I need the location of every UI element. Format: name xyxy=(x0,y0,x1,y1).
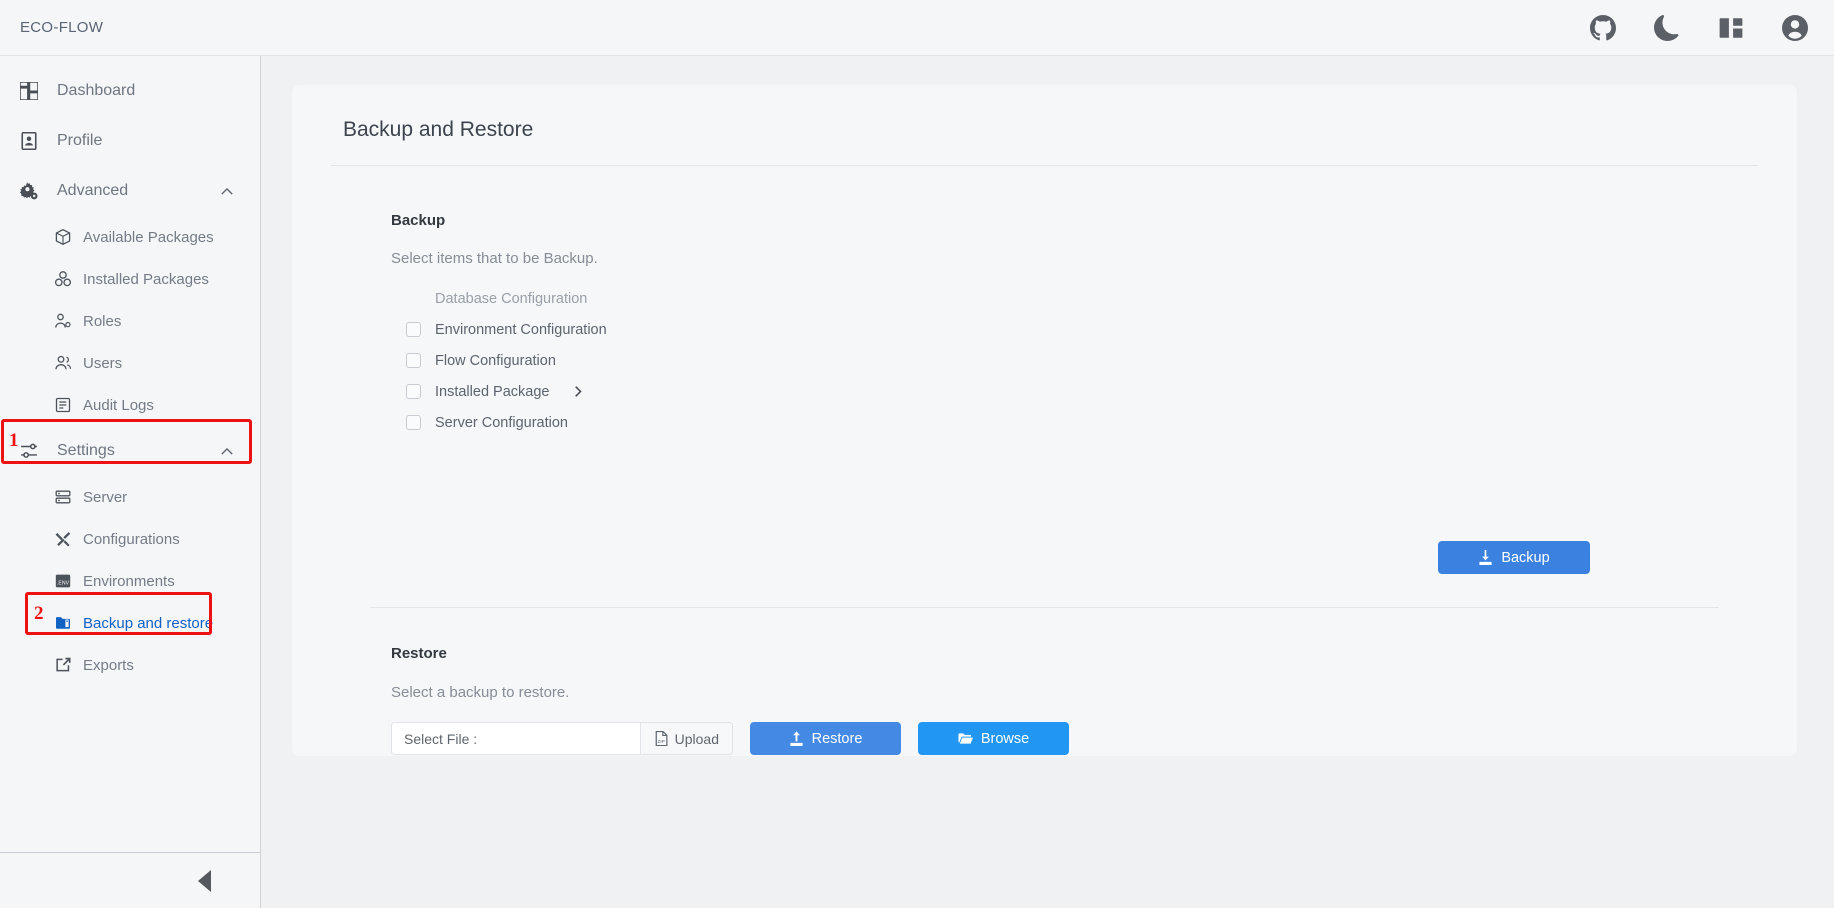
users-icon xyxy=(53,354,72,373)
package-available-icon xyxy=(53,228,72,247)
sidebar-item-configurations[interactable]: Configurations xyxy=(0,518,260,560)
sidebar-item-audit-logs[interactable]: Audit Logs xyxy=(0,384,260,426)
configurations-tools-icon xyxy=(53,530,72,549)
sidebar-subitem-label: Server xyxy=(83,488,128,506)
sidebar-item-settings[interactable]: Settings xyxy=(0,426,260,476)
sidebar-item-profile[interactable]: Profile xyxy=(0,116,260,166)
svg-text:ZIP: ZIP xyxy=(657,739,664,744)
sidebar-collapse-row xyxy=(0,852,260,908)
checkbox-flow-configuration[interactable] xyxy=(406,353,421,368)
page-title: Backup and Restore xyxy=(343,118,534,141)
restore-button-label: Restore xyxy=(811,730,863,747)
app-brand: ECO-FLOW xyxy=(20,19,104,36)
restore-controls: ZIP Upload Restore Browse xyxy=(391,722,1797,755)
sidebar-item-label: Profile xyxy=(57,132,103,149)
top-bar: ECO-FLOW xyxy=(0,0,1834,56)
sidebar-item-dashboard[interactable]: Dashboard xyxy=(0,66,260,116)
restore-button[interactable]: Restore xyxy=(750,722,901,755)
backup-item-row: Server Configuration xyxy=(391,407,1797,438)
sidebar-item-users[interactable]: Users xyxy=(0,342,260,384)
sidebar-item-label: Settings xyxy=(57,442,115,459)
backup-item-label: Server Configuration xyxy=(435,414,568,431)
advanced-gear-icon xyxy=(18,180,40,202)
sidebar-item-roles[interactable]: Roles xyxy=(0,300,260,342)
sidebar-item-installed-packages[interactable]: Installed Packages xyxy=(0,258,260,300)
sidebar-subitem-label: Environments xyxy=(83,572,175,590)
checkbox-environment-configuration[interactable] xyxy=(406,322,421,337)
sidebar-nav: Dashboard Profile Advanced Available Pac… xyxy=(0,56,260,852)
profile-icon xyxy=(18,130,40,152)
restore-section: Restore Select a backup to restore. ZIP … xyxy=(292,645,1797,755)
upload-button[interactable]: ZIP Upload xyxy=(639,723,732,754)
backup-restore-card: Backup and Restore Backup Select items t… xyxy=(292,85,1797,756)
package-installed-icon xyxy=(53,270,72,289)
exports-icon xyxy=(53,656,72,675)
folder-open-icon xyxy=(958,731,973,746)
server-icon xyxy=(53,488,72,507)
chevron-up-icon[interactable] xyxy=(220,184,234,198)
upload-arrow-icon xyxy=(789,731,804,746)
sidebar-item-advanced[interactable]: Advanced xyxy=(0,166,260,216)
sidebar: Dashboard Profile Advanced Available Pac… xyxy=(0,56,261,908)
topbar-actions xyxy=(1590,14,1808,41)
file-select-group: ZIP Upload xyxy=(391,722,733,755)
github-icon[interactable] xyxy=(1590,14,1616,41)
browse-button-label: Browse xyxy=(980,730,1030,747)
backup-restore-folder-icon xyxy=(53,614,72,633)
backup-button-label: Backup xyxy=(1501,549,1550,566)
svg-text:.ENV: .ENV xyxy=(56,580,69,586)
backup-item-label: Environment Configuration xyxy=(435,321,607,338)
sidebar-subitem-label: Configurations xyxy=(83,530,180,548)
sidebar-subitem-label: Exports xyxy=(83,656,134,674)
sidebar-subitem-label: Available Packages xyxy=(83,228,214,246)
zip-file-icon: ZIP xyxy=(654,731,669,746)
backup-description: Select items that to be Backup. xyxy=(391,250,598,267)
sidebar-subitem-label: Roles xyxy=(83,312,122,330)
chevron-up-icon[interactable] xyxy=(220,444,234,458)
settings-sliders-icon xyxy=(18,440,40,462)
checkbox-database-configuration xyxy=(406,291,421,306)
sidebar-item-exports[interactable]: Exports xyxy=(0,644,260,686)
restore-description: Select a backup to restore. xyxy=(391,684,570,701)
main-content: Backup and Restore Backup Select items t… xyxy=(261,56,1834,908)
checkbox-installed-package[interactable] xyxy=(406,384,421,399)
select-file-input[interactable] xyxy=(392,723,640,754)
chevron-right-icon[interactable] xyxy=(572,385,585,398)
backup-heading: Backup xyxy=(391,212,446,229)
collapse-sidebar-icon[interactable] xyxy=(198,869,211,892)
sidebar-subitem-label: Users xyxy=(83,354,123,372)
backup-item-label: Installed Package xyxy=(435,383,550,400)
upload-label: Upload xyxy=(674,730,719,747)
sidebar-item-available-packages[interactable]: Available Packages xyxy=(0,216,260,258)
layout-panel-icon[interactable] xyxy=(1718,15,1744,41)
sidebar-item-server[interactable]: Server xyxy=(0,476,260,518)
audit-logs-icon xyxy=(53,396,72,415)
backup-item-row: Environment Configuration xyxy=(391,314,1797,345)
backup-item-label: Flow Configuration xyxy=(435,352,556,369)
backup-button[interactable]: Backup xyxy=(1438,541,1590,574)
sidebar-subitem-label: Installed Packages xyxy=(83,270,209,288)
download-icon xyxy=(1478,550,1493,565)
dark-mode-icon[interactable] xyxy=(1654,14,1680,41)
roles-icon xyxy=(53,312,72,331)
backup-item-row: Installed Package xyxy=(391,376,1797,407)
backup-section: Backup Select items that to be Backup. D… xyxy=(292,166,1797,438)
backup-restore-divider xyxy=(370,607,1719,608)
sidebar-item-backup-and-restore[interactable]: Backup and restore xyxy=(0,602,260,644)
environments-env-icon: .ENV xyxy=(53,572,72,591)
sidebar-item-label: Dashboard xyxy=(57,82,136,99)
backup-item-row: Database Configuration xyxy=(391,283,1797,314)
dashboard-icon xyxy=(18,80,40,102)
sidebar-subitem-label: Audit Logs xyxy=(83,396,154,414)
checkbox-server-configuration[interactable] xyxy=(406,415,421,430)
backup-item-row: Flow Configuration xyxy=(391,345,1797,376)
restore-heading: Restore xyxy=(391,645,447,662)
sidebar-item-environments[interactable]: .ENV Environments xyxy=(0,560,260,602)
sidebar-subitem-label: Backup and restore xyxy=(83,614,214,632)
user-account-icon[interactable] xyxy=(1782,14,1808,41)
sidebar-item-label: Advanced xyxy=(57,182,129,199)
backup-items-list: Database Configuration Environment Confi… xyxy=(391,283,1797,438)
backup-item-label: Database Configuration xyxy=(435,290,588,307)
browse-button[interactable]: Browse xyxy=(918,722,1069,755)
